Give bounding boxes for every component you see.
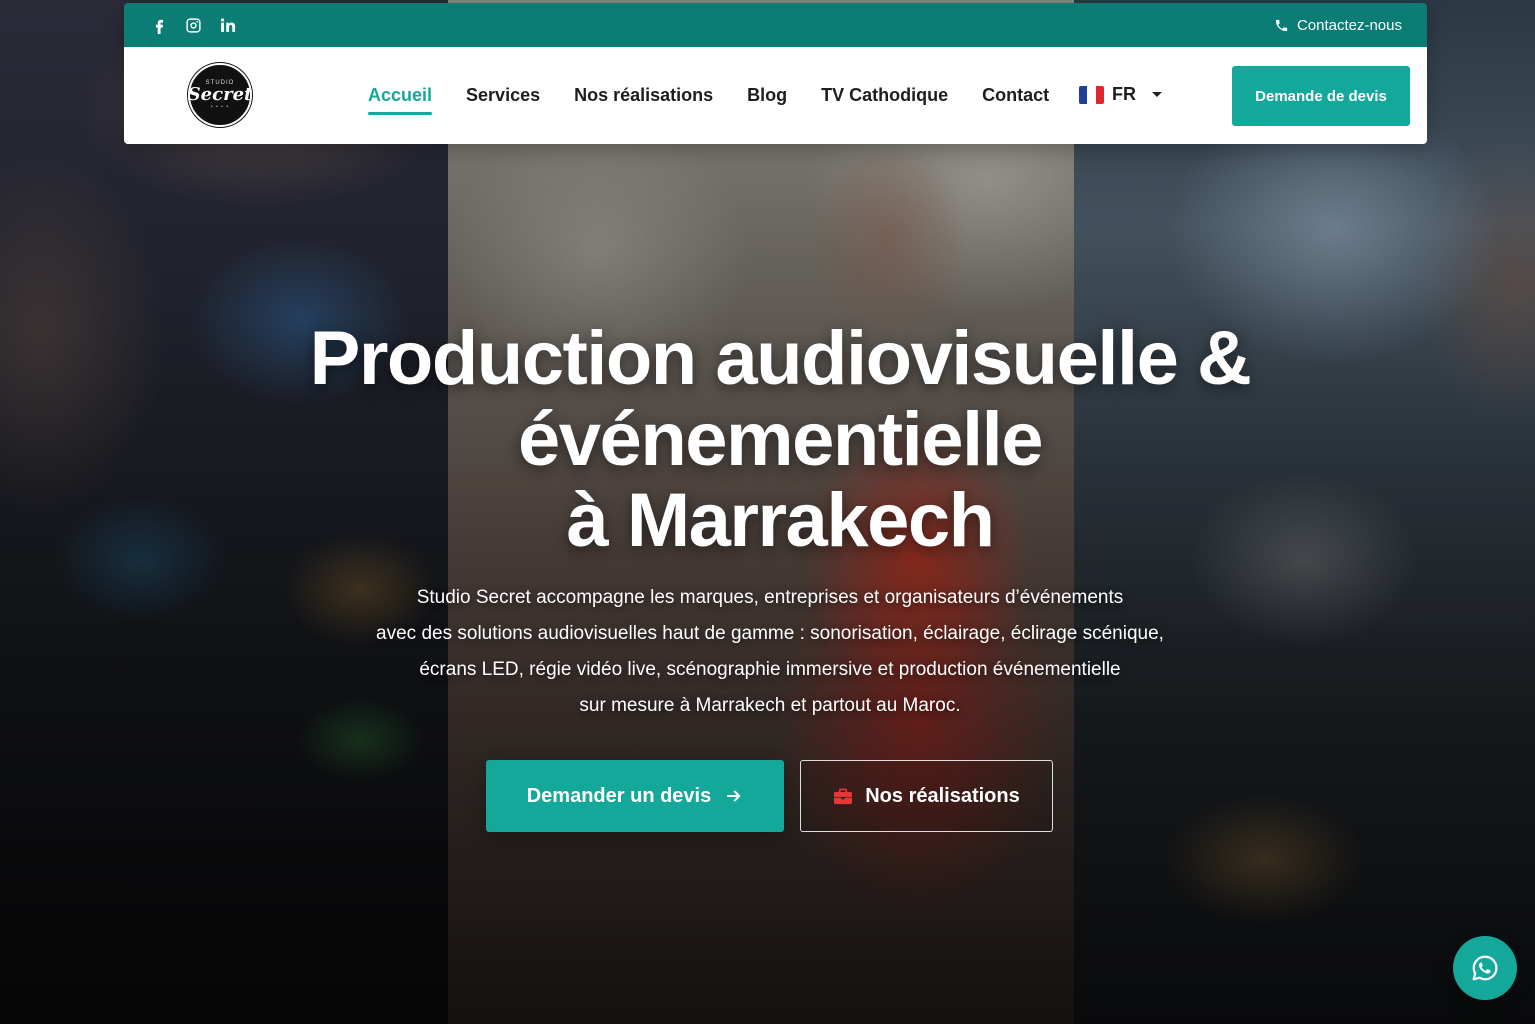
briefcase-icon	[834, 788, 853, 805]
facebook-icon[interactable]	[150, 16, 168, 34]
language-selector[interactable]: FR	[1079, 84, 1162, 105]
nav-links: Accueil Services Nos réalisations Blog T…	[368, 47, 1049, 144]
nav-item-nos-realisations[interactable]: Nos réalisations	[574, 85, 713, 106]
logo-decoration: • • • •	[210, 104, 230, 110]
linkedin-icon[interactable]	[218, 16, 236, 34]
language-label: FR	[1112, 84, 1136, 104]
site-header: Contactez-nous STUDIO Secret • • • • Acc…	[124, 3, 1427, 144]
hero-description-line: avec des solutions audiovisuelles haut d…	[376, 623, 1164, 644]
hero-description-line: sur mesure à Marrakech et partout au Mar…	[579, 695, 961, 716]
contact-link[interactable]: Contactez-nous	[1274, 17, 1402, 34]
contact-link-label: Contactez-nous	[1296, 16, 1402, 34]
social-links	[150, 16, 236, 34]
hero-description: Studio Secret accompagne les marques, en…	[330, 580, 1210, 724]
request-quote-label: Demander un devis	[526, 784, 712, 807]
quote-request-button[interactable]: Demande de devis	[1232, 66, 1410, 126]
hero-title-line: Production audiovisuelle &	[309, 316, 1252, 401]
arrow-right-icon	[727, 790, 741, 802]
nav-item-contact[interactable]: Contact	[982, 85, 1049, 106]
portfolio-label: Nos réalisations	[865, 784, 1020, 807]
request-quote-button[interactable]: Demander un devis	[486, 760, 784, 832]
instagram-icon[interactable]	[184, 16, 202, 34]
nav-item-accueil[interactable]: Accueil	[368, 85, 433, 115]
studio-secret-logo[interactable]: STUDIO Secret • • • •	[188, 63, 252, 127]
phone-icon	[1275, 19, 1288, 31]
hero-title-line: à Marrakech	[566, 478, 995, 563]
hero-description-line: écrans LED, régie vidéo live, scénograph…	[419, 659, 1121, 680]
nav-item-blog[interactable]: Blog	[747, 85, 787, 106]
hero-title: Production audiovisuelle & événementiell…	[230, 318, 1330, 561]
france-flag-icon	[1079, 85, 1104, 104]
main-navbar: STUDIO Secret • • • • Accueil Services N…	[124, 47, 1427, 144]
whatsapp-icon[interactable]	[1453, 936, 1517, 1000]
nav-item-services[interactable]: Services	[466, 85, 540, 106]
chevron-down-icon	[1152, 92, 1162, 97]
portfolio-button[interactable]: Nos réalisations	[800, 760, 1053, 832]
nav-item-tv-cathodique[interactable]: TV Cathodique	[821, 85, 948, 106]
logo-text: Secret	[187, 84, 253, 105]
hero-title-line: événementielle	[518, 397, 1043, 482]
top-bar: Contactez-nous	[124, 3, 1427, 47]
hero-description-line: Studio Secret accompagne les marques, en…	[416, 587, 1124, 608]
